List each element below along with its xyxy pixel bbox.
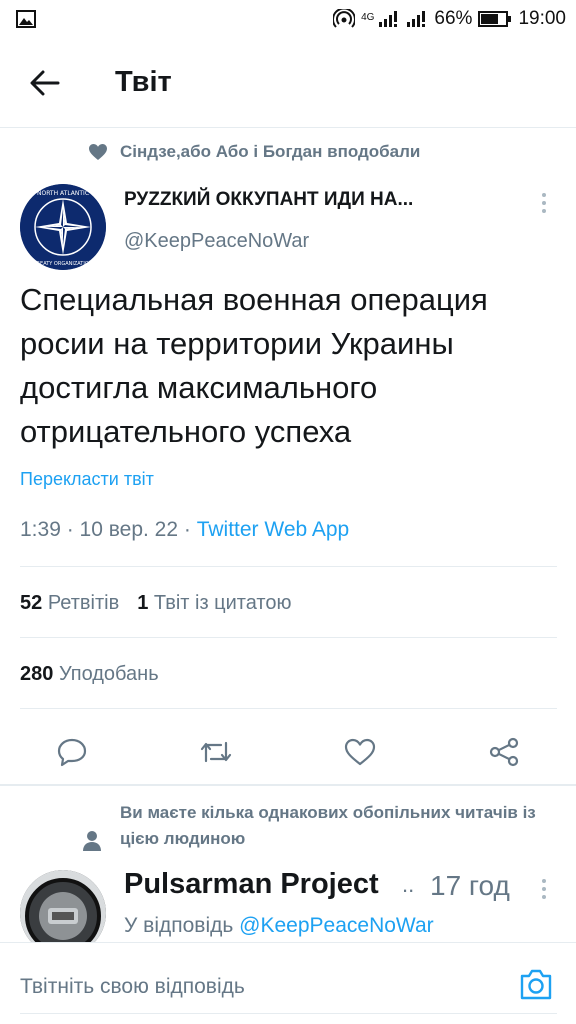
person-icon (83, 831, 101, 851)
network-type: 4G (361, 12, 375, 23)
tweet-timestamp: 1:39 · 10 вер. 22 · (20, 518, 197, 541)
quotes-label: Твіт із цитатою (153, 592, 292, 614)
quotes-stat[interactable]: 1 Твіт із цитатою (137, 592, 291, 615)
more-dot (542, 887, 546, 891)
composer-underline (20, 1013, 557, 1014)
nato-logo: NORTH ATLANTIC TREATY ORGANIZATION (20, 184, 106, 270)
top-app-bar: Твіт (0, 38, 576, 128)
tweet-meta: 1:39 · 10 вер. 22 · Twitter Web App (20, 518, 349, 542)
retweets-label: Ретвітів (47, 592, 120, 614)
divider (20, 637, 557, 638)
camera-icon (520, 969, 552, 1000)
reply-composer (0, 942, 576, 1024)
retweet-button[interactable] (194, 730, 238, 774)
divider (20, 566, 557, 567)
social-context-text: Сіндзе,або Або і Богдан вподобали (120, 142, 421, 161)
tweet-text: Специальная военная операция росии на те… (20, 282, 488, 449)
reply-icon (57, 738, 87, 767)
arrow-left-icon (30, 70, 60, 95)
engagement-stats: 52 Ретвітів 1 Твіт із цитатою (20, 592, 292, 615)
gallery-icon (16, 10, 36, 28)
heart-filled-icon (89, 144, 107, 160)
reply-author-name[interactable]: Pulsarman Project (124, 868, 379, 901)
clock: 19:00 (518, 8, 566, 29)
share-icon (489, 737, 519, 767)
likes-count: 280 (20, 663, 54, 685)
more-dot (542, 201, 546, 205)
source-app-link[interactable]: Twitter Web App (197, 518, 350, 541)
likes-label: Уподобань (58, 663, 159, 685)
mutual-followers-text: Ви маєте кілька однакових обопільних чит… (120, 803, 536, 848)
translate-link[interactable]: Перекласти твіт (20, 469, 154, 490)
signal-icon (378, 10, 400, 28)
reply-timestamp: 17 год (430, 870, 510, 901)
avatar-caption-top: NORTH ATLANTIC (37, 190, 89, 197)
likes-stat[interactable]: 280 Уподобань (20, 663, 159, 686)
heart-icon (344, 738, 376, 766)
page-title: Твіт (115, 66, 172, 98)
more-dot (542, 895, 546, 899)
reply-to-label: У відповідь (124, 914, 234, 937)
section-separator (0, 784, 576, 786)
author-name[interactable]: РУZZКИЙ ОККУПАНТ ИДИ НА... (124, 189, 413, 211)
author-handle[interactable]: @KeepPeaceNoWar (124, 230, 309, 253)
like-button[interactable] (338, 730, 382, 774)
author-avatar[interactable]: NORTH ATLANTIC TREATY ORGANIZATION (20, 184, 106, 270)
social-context: Сіндзе,або Або і Богдан вподобали (88, 142, 420, 162)
more-dot (542, 209, 546, 213)
more-dot (542, 193, 546, 197)
hotspot-icon (333, 9, 356, 29)
likes-stats: 280 Уподобань (20, 663, 159, 686)
back-button[interactable] (15, 53, 75, 113)
divider (20, 708, 557, 709)
status-bar: 4G 66% 19:00 (0, 0, 576, 38)
reply-context: Ви маєте кілька однакових обопільних чит… (82, 800, 540, 852)
battery-icon (478, 10, 512, 28)
retweets-stat[interactable]: 52 Ретвітів (20, 592, 119, 615)
share-button[interactable] (482, 730, 526, 774)
reply-button[interactable] (50, 730, 94, 774)
signal-icon-2 (406, 10, 428, 28)
tweet-actions (0, 720, 576, 780)
retweet-icon (200, 741, 232, 763)
avatar-caption-bottom: TREATY ORGANIZATION (33, 261, 93, 267)
reply-more-options-button[interactable] (532, 876, 556, 902)
more-dot (542, 879, 546, 883)
battery-percent: 66% (434, 8, 473, 29)
reply-separator: .. (402, 872, 415, 897)
camera-button[interactable] (518, 967, 558, 1007)
reply-to-line: У відповідь @KeepPeaceNoWar (124, 914, 434, 938)
retweets-count: 52 (20, 592, 43, 614)
reply-to-mention[interactable]: @KeepPeaceNoWar (239, 914, 433, 937)
reply-input[interactable] (20, 967, 490, 1007)
more-options-button[interactable] (532, 190, 556, 216)
quotes-count: 1 (137, 592, 149, 614)
